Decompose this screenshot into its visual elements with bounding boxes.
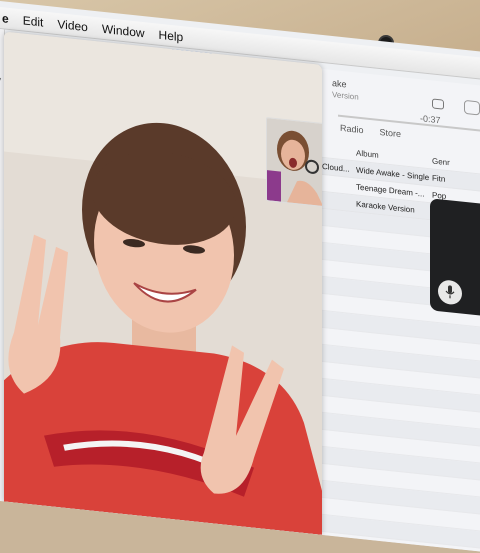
menu-edit[interactable]: Edit	[23, 13, 44, 29]
menu-app[interactable]: e	[2, 11, 9, 26]
cell: Fitn	[432, 172, 446, 184]
menu-window[interactable]: Window	[102, 21, 145, 39]
call-controls	[430, 198, 480, 317]
menu-help[interactable]: Help	[159, 27, 184, 44]
tab-radio[interactable]: Radio	[340, 123, 364, 135]
repeat-icon[interactable]	[432, 98, 444, 110]
menu-video[interactable]: Video	[57, 17, 87, 34]
microphone-glyph	[445, 285, 455, 299]
cell	[320, 183, 356, 187]
sidebar-fragment-label: ary	[0, 74, 1, 84]
remote-video	[4, 31, 322, 535]
facetime-window	[4, 31, 322, 535]
cell	[320, 200, 356, 204]
list-icon[interactable]	[464, 99, 480, 116]
tab-store[interactable]: Store	[380, 127, 402, 139]
music-tabs: Radio Store	[340, 123, 401, 139]
self-view-video[interactable]	[266, 117, 322, 208]
screen: e Edit Video Window Help ary ake Version…	[0, 0, 480, 553]
column-header[interactable]	[320, 149, 356, 153]
column-header-genre[interactable]: Genr	[432, 156, 472, 169]
microphone-icon[interactable]	[438, 279, 462, 306]
now-playing-title: ake	[332, 77, 347, 90]
cell: Cloud...	[322, 161, 350, 174]
now-playing-subtitle: Version	[332, 89, 359, 102]
